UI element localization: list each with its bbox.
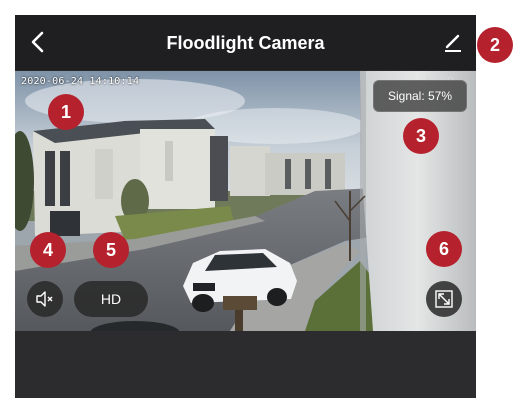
hd-quality-button[interactable]: HD: [74, 281, 148, 317]
edit-button[interactable]: [442, 32, 464, 54]
fullscreen-icon: [435, 290, 453, 308]
video-timestamp: 2020-06-24 14:10:14: [21, 76, 140, 87]
callout-badge-4: 4: [30, 232, 66, 268]
callout-badge-6: 6: [426, 231, 462, 267]
speaker-muted-icon: [36, 291, 53, 307]
callout-badge-2: 2: [477, 27, 513, 63]
camera-live-view[interactable]: 2020-06-24 14:10:14 1080P Signal: 57% HD: [15, 71, 476, 331]
app-screen: Floodlight Camera 2020-06-24 14:10:14 Si…: [15, 15, 476, 398]
header-bar: Floodlight Camera: [15, 15, 476, 70]
callout-badge-5: 5: [93, 232, 129, 268]
page-title: Floodlight Camera: [166, 33, 325, 53]
callout-badge-1: 1: [48, 94, 84, 130]
callout-badge-3: 3: [403, 118, 439, 154]
pencil-icon: [445, 34, 461, 52]
mute-button[interactable]: [27, 281, 63, 317]
bottom-panel: [15, 331, 476, 398]
signal-strength-badge: Signal: 57%: [373, 80, 467, 112]
fullscreen-button[interactable]: [426, 281, 462, 317]
